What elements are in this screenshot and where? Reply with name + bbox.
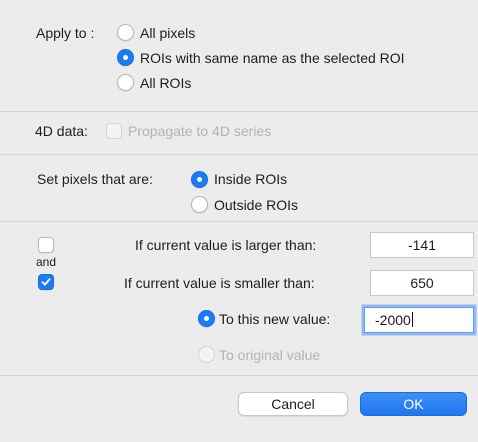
separator [0, 221, 478, 222]
separator [0, 375, 478, 376]
ok-button[interactable]: OK [360, 392, 467, 416]
new-value-input[interactable]: -2000 [364, 307, 474, 333]
radio-all-pixels[interactable] [117, 24, 134, 41]
radio-original-value-label: To original value [219, 347, 321, 363]
separator [0, 111, 478, 112]
radio-new-value[interactable] [198, 310, 215, 327]
new-value-text: -2000 [375, 312, 411, 328]
radio-inside-rois-label[interactable]: Inside ROIs [214, 170, 287, 188]
smaller-than-input[interactable]: 650 [370, 270, 474, 296]
set-pixels-label: Set pixels that are: [37, 171, 153, 187]
propagate-4d-checkbox[interactable] [106, 123, 122, 139]
larger-than-label: If current value is larger than: [135, 237, 317, 253]
and-label: and [36, 255, 57, 269]
separator [0, 154, 478, 155]
radio-outside-rois-label[interactable]: Outside ROIs [214, 196, 298, 214]
radio-all-pixels-label[interactable]: All pixels [140, 24, 195, 42]
4d-data-label: 4D data: [35, 123, 88, 139]
radio-rois-same-name[interactable] [117, 49, 134, 66]
radio-new-value-label[interactable]: To this new value: [219, 310, 330, 328]
radio-outside-rois[interactable] [191, 196, 208, 213]
propagate-4d-label: Propagate to 4D series [128, 123, 272, 139]
apply-to-label: Apply to : [36, 25, 95, 41]
radio-all-rois-label[interactable]: All ROIs [140, 74, 191, 92]
radio-original-value[interactable] [198, 346, 215, 363]
larger-than-input[interactable]: -141 [370, 232, 474, 258]
text-caret [411, 312, 413, 327]
radio-rois-same-name-label[interactable]: ROIs with same name as the selected ROI [140, 49, 405, 67]
checkmark-icon [41, 278, 51, 286]
smaller-than-label: If current value is smaller than: [124, 275, 315, 291]
radio-all-rois[interactable] [117, 74, 134, 91]
radio-inside-rois[interactable] [191, 171, 208, 188]
larger-than-checkbox[interactable] [38, 237, 54, 253]
cancel-button[interactable]: Cancel [238, 392, 348, 416]
smaller-than-checkbox[interactable] [38, 274, 54, 290]
